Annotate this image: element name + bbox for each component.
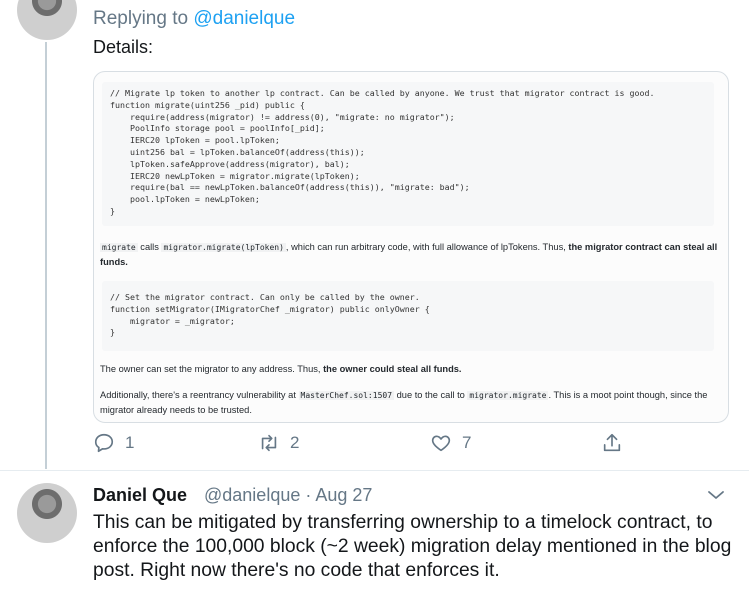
share-icon [603, 433, 621, 452]
inline-code: migrator.migrate(lpToken) [161, 243, 286, 252]
avatar[interactable] [17, 483, 77, 543]
reply-count: 1 [125, 433, 135, 452]
card-text: The owner can set the migrator to any ad… [100, 364, 324, 374]
tweet-text: This can be mitigated by transferring ow… [93, 512, 732, 581]
replying-handle-link[interactable]: @danielque [193, 8, 295, 29]
avatar[interactable] [17, 0, 77, 40]
retweet-icon [261, 434, 277, 452]
author-handle-date[interactable]: @danielque · Aug 27 [204, 485, 372, 506]
card-paragraph-1: migrate calls migrator.migrate(lpToken),… [100, 240, 720, 270]
card-text: calls [137, 242, 162, 252]
like-icon [431, 435, 451, 452]
card-text: due to the call to [394, 390, 468, 400]
card-text: , which can run arbitrary code, with ful… [285, 242, 569, 252]
retweet-button[interactable]: 2 [258, 432, 299, 454]
reply-icon [94, 433, 114, 453]
code-block-set-migrator: // Set the migrator contract. Can only b… [102, 281, 714, 351]
card-paragraph-3: Additionally, there's a reentrancy vulne… [100, 388, 720, 418]
replying-to: Replying to @danielque [93, 8, 295, 30]
inline-code: migrate [100, 243, 138, 252]
tweet-separator [0, 470, 749, 471]
retweet-count: 2 [290, 433, 300, 452]
share-button[interactable] [601, 432, 633, 454]
inline-code: MasterChef.sol:1507 [298, 391, 395, 400]
code-block-migrate: // Migrate lp token to another lp contra… [102, 82, 714, 226]
thread-line [45, 42, 47, 469]
tweet-text: Details: [93, 37, 154, 57]
inline-code: migrator.migrate [467, 391, 549, 400]
reply-button[interactable]: 1 [93, 432, 134, 454]
card-bold-text: the owner could steal all funds. [323, 364, 462, 374]
card-text: Additionally, there's a reentrancy vulne… [100, 390, 299, 400]
attached-image[interactable]: // Migrate lp token to another lp contra… [93, 71, 729, 423]
chevron-down-icon[interactable] [706, 488, 726, 502]
like-count: 7 [462, 433, 472, 452]
replying-prefix: Replying to [93, 8, 194, 29]
like-button[interactable]: 7 [430, 432, 471, 454]
author-name[interactable]: Daniel Que [93, 485, 187, 506]
card-paragraph-2: The owner can set the migrator to any ad… [100, 362, 720, 377]
